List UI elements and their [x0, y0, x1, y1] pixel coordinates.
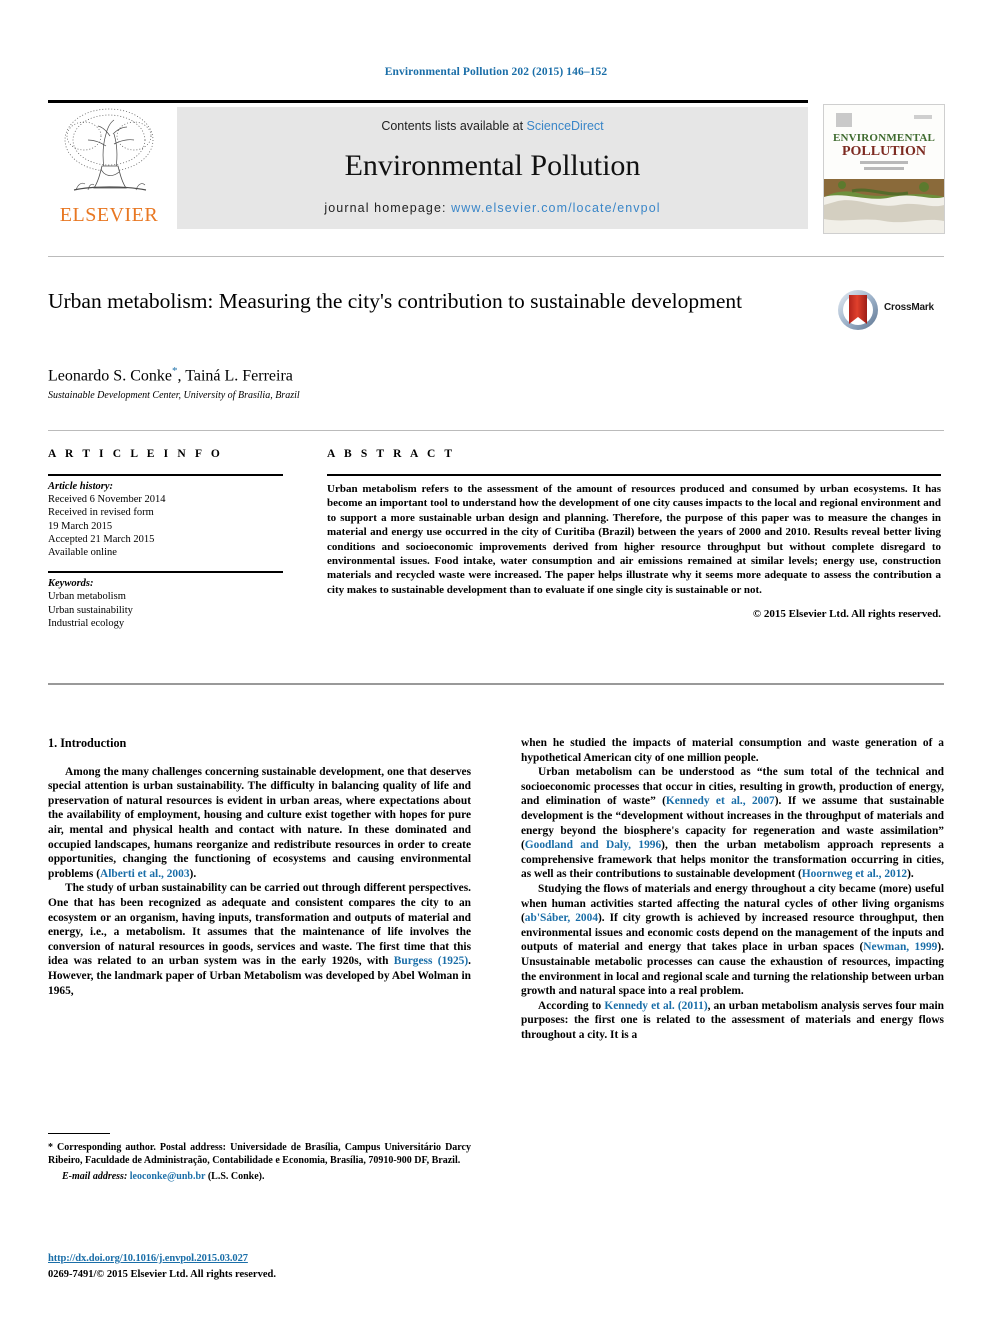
body-paragraph: According to Kennedy et al. (2011), an u… [521, 999, 944, 1043]
page-title: Urban metabolism: Measuring the city's c… [48, 289, 743, 313]
title-divider [48, 256, 944, 257]
contents-line: Contents lists available at ScienceDirec… [177, 119, 808, 133]
doi-link[interactable]: http://dx.doi.org/10.1016/j.envpol.2015.… [48, 1253, 471, 1264]
email-link[interactable]: leoconke@unb.br [130, 1171, 206, 1182]
abstract-bottom-divider [48, 683, 944, 685]
homepage-url-link[interactable]: www.elsevier.com/locate/envpol [451, 201, 660, 215]
citation-link[interactable]: Burgess (1925) [394, 955, 468, 967]
issn-copyright-line: 0269-7491/© 2015 Elsevier Ltd. All right… [48, 1269, 276, 1280]
article-history-item-4: Available online [48, 547, 117, 559]
paragraph-text: Among the many challenges concerning sus… [48, 765, 471, 880]
affiliation: Sustainable Development Center, Universi… [48, 390, 300, 401]
abstract-column: Urban metabolism refers to the assessmen… [327, 474, 941, 620]
elsevier-wordmark: ELSEVIER [59, 204, 159, 226]
keyword-item-1: Urban sustainability [48, 604, 133, 616]
crossmark-icon [836, 288, 880, 332]
paper-page: Environmental Pollution 202 (2015) 146–1… [0, 0, 992, 1323]
body-paragraph: when he studied the impacts of material … [521, 736, 944, 765]
author-primary: Leonardo S. Conke [48, 367, 172, 385]
abstract-rule [327, 474, 941, 476]
journal-cover-thumbnail: ENVIRONMENTAL POLLUTION [823, 104, 945, 234]
journal-homepage-line: journal homepage: www.elsevier.com/locat… [177, 201, 808, 215]
paragraph-text: ). [907, 868, 914, 881]
article-info-heading: A R T I C L E I N F O [48, 448, 223, 460]
abstract-heading: A B S T R A C T [327, 448, 456, 460]
sciencedirect-link[interactable]: ScienceDirect [527, 119, 604, 133]
citation-link[interactable]: ab'Sáber, 2004 [525, 912, 598, 924]
section-heading-introduction: 1. Introduction [48, 736, 127, 750]
citation-link[interactable]: Kennedy et al. (2011) [604, 1000, 707, 1012]
article-history-item-1: Received in revised form [48, 507, 154, 519]
body-paragraph: The study of urban sustainability can be… [48, 881, 471, 998]
author-secondary: , Tainá L. Ferreira [177, 367, 293, 385]
crossmark-badge[interactable]: CrossMark [836, 288, 944, 338]
email-label: E-mail address: [62, 1171, 128, 1182]
keyword-item-0: Urban metabolism [48, 591, 126, 603]
abstract-top-divider [48, 430, 944, 431]
article-history-item-0: Received 6 November 2014 [48, 494, 166, 506]
article-history-label: Article history: [48, 481, 114, 492]
body-paragraph: Urban metabolism can be understood as “t… [521, 765, 944, 882]
elsevier-tree-icon [54, 106, 164, 204]
citation-link[interactable]: Newman, 1999 [863, 941, 937, 953]
article-info-column: Article history: Received 6 November 201… [48, 474, 283, 630]
masthead-top-rule [48, 100, 808, 103]
footnote-text: Corresponding author. Postal address: Un… [48, 1142, 471, 1166]
body-paragraph: Among the many challenges concerning sus… [48, 765, 471, 882]
contents-prefix: Contents lists available at [381, 119, 527, 133]
article-history-item-2: 19 March 2015 [48, 520, 113, 532]
citation-link[interactable]: Alberti et al., 2003 [100, 868, 190, 880]
abstract-body: Urban metabolism refers to the assessmen… [327, 483, 941, 596]
author-list: Leonardo S. Conke*, Tainá L. Ferreira [48, 365, 808, 385]
keyword-item-2: Industrial ecology [48, 617, 125, 629]
citation-link[interactable]: Hoornweg et al., 2012 [802, 868, 907, 880]
body-paragraph: Studying the flows of materials and ener… [521, 882, 944, 999]
email-suffix: (L.S. Conke). [205, 1171, 265, 1182]
crossmark-label: CrossMark [884, 302, 934, 313]
body-column-right: when he studied the impacts of material … [521, 736, 944, 1042]
article-info-rule [48, 474, 283, 476]
paragraph-text: ). [189, 867, 197, 880]
paragraph-text: According to [538, 999, 605, 1012]
footnote-rule [48, 1133, 110, 1134]
keywords-rule [48, 571, 283, 574]
footnote-block: * Corresponding author. Postal address: … [48, 1141, 471, 1183]
running-head: Environmental Pollution 202 (2015) 146–1… [384, 66, 608, 78]
svg-text:ENVIRONMENTAL: ENVIRONMENTAL [833, 132, 935, 144]
citation-link[interactable]: Goodland and Daly, 1996 [525, 839, 661, 851]
masthead-banner: Contents lists available at ScienceDirec… [177, 107, 808, 229]
keywords-label: Keywords: [48, 578, 94, 590]
homepage-prefix: journal homepage: [324, 201, 452, 215]
paragraph-text: when he studied the impacts of material … [521, 737, 944, 764]
right-paragraphs: when he studied the impacts of material … [521, 736, 944, 1042]
journal-masthead: ELSEVIER Contents lists available at Sci… [48, 100, 945, 234]
elsevier-logo: ELSEVIER [48, 106, 170, 234]
citation-link[interactable]: Kennedy et al., 2007 [666, 795, 775, 807]
journal-title: Environmental Pollution [344, 149, 641, 182]
svg-text:POLLUTION: POLLUTION [842, 144, 926, 159]
article-history-item-3: Accepted 21 March 2015 [48, 533, 155, 545]
left-paragraphs: Among the many challenges concerning sus… [48, 765, 471, 999]
abstract-copyright: © 2015 Elsevier Ltd. All rights reserved… [752, 608, 941, 621]
body-column-left: 1. Introduction Among the many challenge… [48, 736, 471, 998]
email-line: E-mail address: leoconke@unb.br (L.S. Co… [48, 1170, 471, 1183]
